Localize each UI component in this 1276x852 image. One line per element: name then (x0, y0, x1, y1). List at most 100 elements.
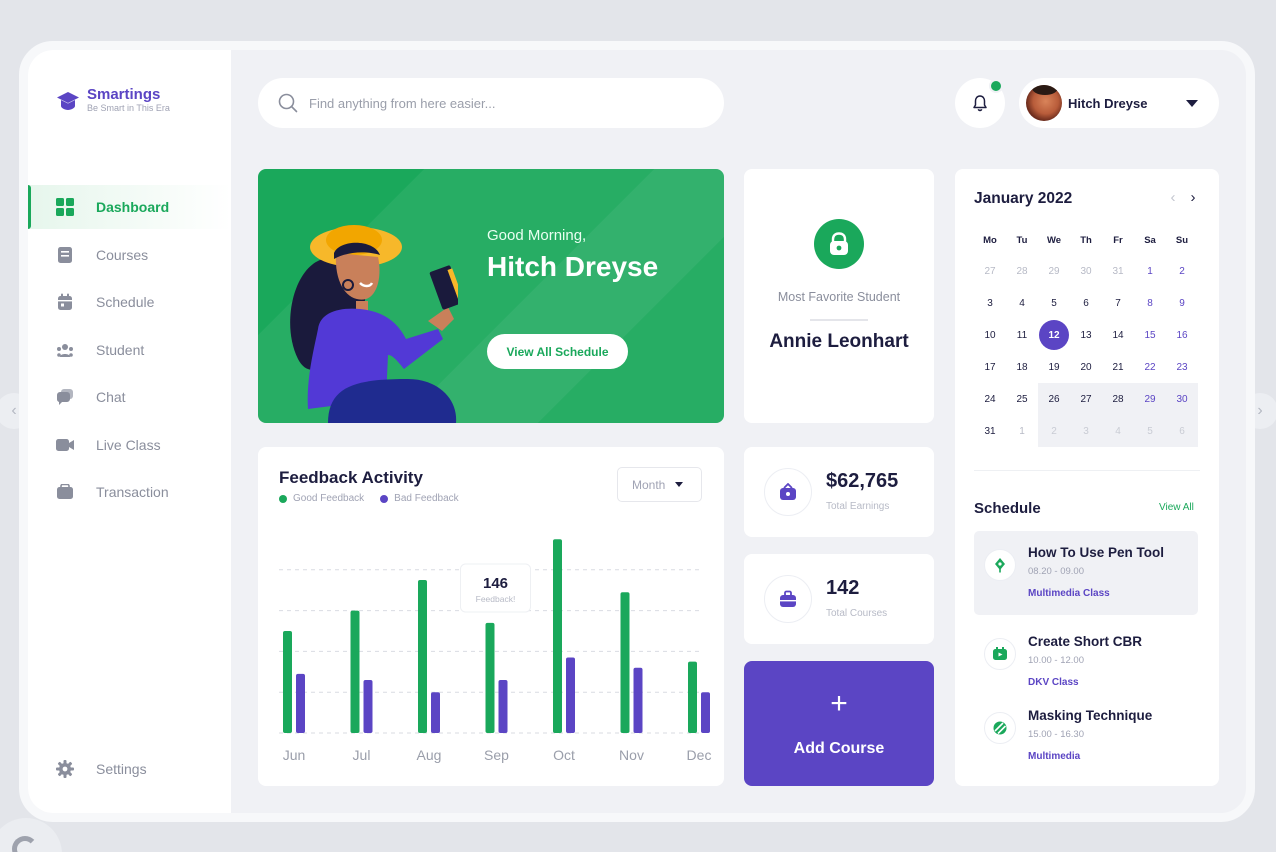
calendar-day[interactable]: 26 (1038, 383, 1070, 415)
schedule-view-all-link[interactable]: View All (1159, 502, 1194, 513)
calendar-day[interactable]: 30 (1070, 255, 1102, 287)
search-bar[interactable] (258, 78, 724, 128)
search-icon (278, 93, 298, 113)
sidebar: Smartings Be Smart in This Era Dashboard… (28, 50, 231, 813)
schedule-item-name: Create Short CBR (1028, 634, 1143, 649)
calendar-day[interactable]: 17 (974, 351, 1006, 383)
calendar-day[interactable]: 3 (974, 287, 1006, 319)
calendar-day[interactable]: 4 (1102, 415, 1134, 447)
calendar-day[interactable]: 20 (1070, 351, 1102, 383)
calendar-day[interactable]: 1 (1134, 255, 1166, 287)
calendar-day[interactable]: 13 (1070, 319, 1102, 351)
chart-bar-good[interactable] (283, 631, 292, 733)
chart-bar-good[interactable] (688, 661, 697, 733)
calendar-day-number: 8 (1147, 297, 1153, 309)
calendar-day[interactable]: 29 (1134, 383, 1166, 415)
calendar-day[interactable]: 14 (1102, 319, 1134, 351)
chart-bar-good[interactable] (485, 622, 495, 733)
calendar-day[interactable]: 2 (1038, 415, 1070, 447)
calendar-day[interactable]: 6 (1070, 287, 1102, 319)
sidebar-item-dashboard[interactable]: Dashboard (28, 185, 231, 229)
sidebar-item-settings[interactable]: Settings (28, 747, 231, 791)
hero-greeting: Good Morning, (487, 227, 587, 244)
calendar-day[interactable]: 28 (1006, 255, 1038, 287)
sidebar-item-transaction[interactable]: Transaction (28, 470, 231, 514)
calendar-day[interactable]: 22 (1134, 351, 1166, 383)
chart-bar-bad[interactable] (296, 673, 305, 733)
sidebar-item-chat[interactable]: Chat (28, 375, 231, 419)
chart-x-tick-label: Nov (619, 747, 644, 763)
brand[interactable]: Smartings Be Smart in This Era (56, 87, 170, 114)
calendar-day[interactable]: 2 (1166, 255, 1198, 287)
calendar-day[interactable]: 27 (974, 255, 1006, 287)
sidebar-item-courses[interactable]: Courses (28, 233, 231, 277)
chart-bar-good[interactable] (553, 539, 562, 733)
calendar-day-number: 14 (1112, 329, 1124, 341)
calendar-day[interactable]: 15 (1134, 319, 1166, 351)
calendar-day[interactable]: 3 (1070, 415, 1102, 447)
calendar-day[interactable]: 1 (1006, 415, 1038, 447)
chart-bar-bad[interactable] (431, 692, 440, 733)
sidebar-item-schedule[interactable]: Schedule (28, 280, 231, 324)
schedule-item-name: Masking Technique (1028, 708, 1153, 723)
calendar-day[interactable]: 10 (974, 319, 1006, 351)
calendar-day[interactable]: 28 (1102, 383, 1134, 415)
gear-icon (56, 760, 74, 778)
schedule-item[interactable]: How To Use Pen Tool 08.20 - 09.00 Multim… (974, 531, 1198, 615)
calendar-day-number: 17 (984, 361, 996, 373)
chart-bar-bad[interactable] (701, 692, 710, 733)
chart-bar-bad[interactable] (498, 679, 508, 733)
favorite-student-card[interactable]: Most Favorite Student Annie Leonhart (744, 169, 934, 423)
search-input[interactable] (309, 95, 689, 111)
calendar-day-number: 21 (1112, 361, 1124, 373)
calendar-day[interactable]: 18 (1006, 351, 1038, 383)
calendar-day[interactable]: 24 (974, 383, 1006, 415)
calendar-day[interactable]: 21 (1102, 351, 1134, 383)
calendar-day[interactable]: 31 (974, 415, 1006, 447)
calendar-day[interactable]: 12 (1038, 319, 1070, 351)
calendar-day[interactable]: 23 (1166, 351, 1198, 383)
brand-name: Smartings (87, 86, 161, 103)
feedback-activity-card: Feedback Activity Good Feedback Bad Feed… (258, 447, 724, 786)
chevron-down-icon (1186, 99, 1198, 107)
notification-dot (989, 79, 1003, 93)
calendar-day-number: 13 (1080, 329, 1092, 341)
view-all-schedule-button[interactable]: View All Schedule (487, 334, 628, 369)
calendar-day[interactable]: 16 (1166, 319, 1198, 351)
notification-button[interactable] (955, 78, 1005, 128)
calendar-weekday: Tu (1016, 234, 1028, 246)
chart-bar-good[interactable] (418, 580, 427, 733)
add-course-button[interactable]: + Add Course (744, 661, 934, 786)
sidebar-item-label: Chat (96, 389, 126, 405)
profile-menu[interactable]: Hitch Dreyse (1019, 78, 1219, 128)
chart-bar-good[interactable] (620, 592, 630, 733)
calendar-day[interactable]: 6 (1166, 415, 1198, 447)
calendar-day[interactable]: 25 (1006, 383, 1038, 415)
calendar-day[interactable]: 30 (1166, 383, 1198, 415)
schedule-item[interactable]: Masking Technique 15.00 - 16.30 Multimed… (974, 694, 1198, 778)
calendar-day[interactable]: 8 (1134, 287, 1166, 319)
chart-bar-bad[interactable] (363, 679, 373, 733)
wallet-icon (56, 483, 74, 501)
calendar-day[interactable]: 27 (1070, 383, 1102, 415)
calendar-day[interactable]: 4 (1006, 287, 1038, 319)
sidebar-item-student[interactable]: Student (28, 328, 231, 372)
calendar-day[interactable]: 31 (1102, 255, 1134, 287)
calendar-day[interactable]: 11 (1006, 319, 1038, 351)
chevron-right-icon[interactable]: › (1185, 189, 1201, 206)
calendar-day[interactable]: 29 (1038, 255, 1070, 287)
schedule-item[interactable]: Create Short CBR 10.00 - 12.00 DKV Class (974, 620, 1198, 704)
calendar-day[interactable]: 5 (1038, 287, 1070, 319)
calendar-day[interactable]: 19 (1038, 351, 1070, 383)
calendar-day-number: 12 (1039, 320, 1069, 350)
sidebar-item-live-class[interactable]: Live Class (28, 423, 231, 467)
calendar-day-number: 5 (1147, 425, 1153, 437)
chart-bar-bad[interactable] (566, 657, 575, 733)
chevron-left-icon[interactable]: ‹ (1165, 189, 1181, 206)
chart-bar-bad[interactable] (633, 667, 643, 733)
calendar-day-number: 11 (1016, 329, 1028, 341)
chart-bar-good[interactable] (350, 610, 360, 733)
calendar-day[interactable]: 5 (1134, 415, 1166, 447)
calendar-day[interactable]: 7 (1102, 287, 1134, 319)
calendar-day[interactable]: 9 (1166, 287, 1198, 319)
